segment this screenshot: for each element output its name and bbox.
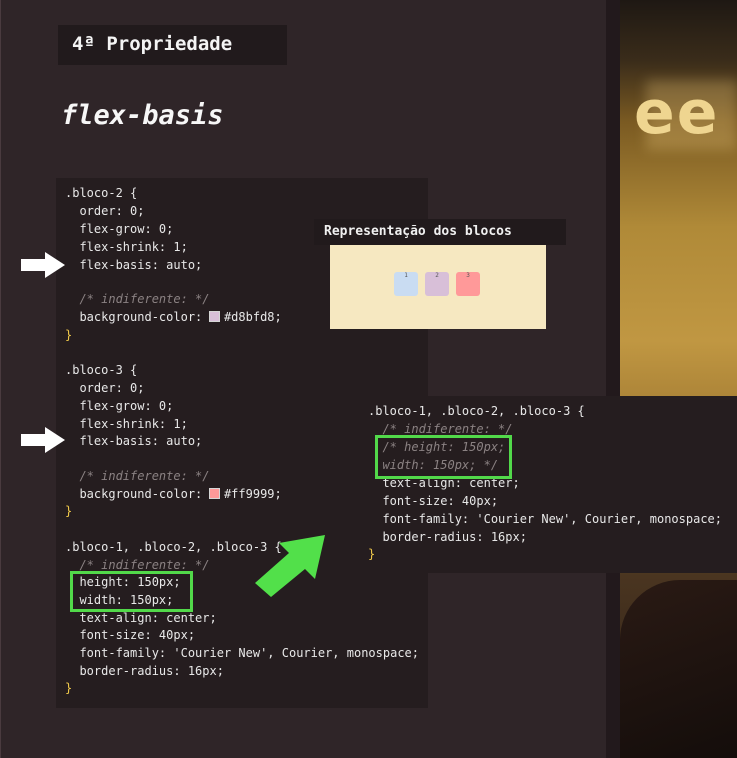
code-line: border-radius: 16px; (368, 530, 527, 544)
highlight-box-right (375, 435, 512, 479)
code-line: font-size: 40px; (65, 628, 196, 642)
block-2: 2 (425, 272, 449, 296)
code-line: .bloco-3 { (65, 363, 138, 377)
highlight-box-left (70, 571, 193, 612)
property-title-box: 4ª Propriedade (58, 25, 287, 65)
property-heading: flex-basis (61, 100, 224, 131)
code-line: flex-grow: 0; (65, 399, 174, 413)
color-swatch-thistle (209, 311, 220, 322)
code-line: flex-shrink: 1; (65, 417, 188, 431)
code-brace: } (65, 504, 73, 518)
code-line: flex-basis: auto; (65, 258, 203, 272)
code-line: flex-grow: 0; (65, 222, 174, 236)
code-line: background-color: #ff9999; (65, 487, 282, 501)
code-line: order: 0; (65, 381, 145, 395)
code-line: font-family: 'Courier New', Courier, mon… (65, 646, 420, 660)
code-brace: } (65, 681, 73, 695)
representation-label-box: Representação dos blocos (314, 219, 566, 245)
white-arrow-icon (21, 427, 65, 453)
property-title: 4ª Propriedade (72, 33, 233, 55)
green-arrow-icon (255, 535, 325, 597)
code-comment: /* indiferente: */ (65, 292, 210, 306)
slide: 4ª Propriedade flex-basis .bloco-2 { ord… (0, 0, 606, 758)
block-3: 3 (456, 272, 480, 296)
code-line: flex-shrink: 1; (65, 240, 188, 254)
representation-label: Representação dos blocos (324, 224, 512, 239)
code-line: order: 0; (65, 204, 145, 218)
presenter-video: ee (606, 0, 737, 758)
code-brace: } (368, 547, 376, 561)
code-line: font-family: 'Courier New', Courier, mon… (368, 512, 723, 526)
white-arrow-icon (21, 252, 65, 278)
code-line: border-radius: 16px; (65, 664, 224, 678)
code-line: .bloco-2 { (65, 186, 138, 200)
blocks-preview: 1 2 3 (330, 245, 546, 329)
code-line: font-size: 40px; (368, 494, 499, 508)
code-line: background-color: #d8bfd8; (65, 310, 282, 324)
code-line: .bloco-1, .bloco-2, .bloco-3 { (368, 404, 585, 418)
presenter-silhouette (620, 580, 737, 758)
code-brace: } (65, 328, 73, 342)
block-1: 1 (394, 272, 418, 296)
code-comment: /* indiferente: */ (65, 469, 210, 483)
neon-sign: ee (634, 78, 720, 148)
color-swatch-salmon (209, 488, 220, 499)
code-line: flex-basis: auto; (65, 434, 203, 448)
